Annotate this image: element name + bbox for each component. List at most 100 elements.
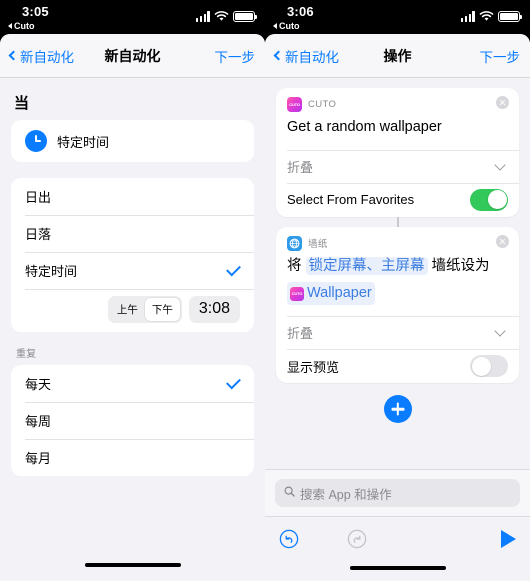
right-sheet: 新自动化 操作 下一步 CUTO CUTO Get a random wallp…: [265, 34, 530, 581]
action-card-header: 墙纸: [276, 227, 519, 253]
wallpaper-app-icon: [287, 235, 302, 251]
back-button[interactable]: 新自动化: [8, 46, 74, 66]
next-button[interactable]: 下一步: [480, 46, 521, 66]
collapse-row[interactable]: 折叠: [276, 316, 519, 349]
collapse-row[interactable]: 折叠: [276, 149, 519, 183]
bottom-bar: 搜索 App 和操作: [265, 469, 530, 581]
search-icon: [284, 486, 295, 500]
checkmark-icon: [226, 374, 241, 389]
home-indicator-area-left: [0, 555, 265, 581]
ampm-segmented-control[interactable]: 上午 下午: [107, 296, 182, 323]
status-time: 3:05: [22, 4, 49, 19]
editor-toolbar: [265, 516, 530, 560]
when-section-header: 当: [14, 95, 30, 112]
back-button-label: 新自动化: [20, 49, 74, 65]
option-row-sunrise[interactable]: 日出: [11, 178, 254, 215]
show-preview-toggle[interactable]: [470, 355, 508, 378]
time-value-field[interactable]: 3:08: [188, 296, 240, 323]
left-content: 当 特定时间 日出 日落 特定时间 上午 下午 3:08 重复 每天 每周 每月: [0, 78, 265, 581]
action-connector-line: [396, 216, 399, 227]
actions-list: CUTO CUTO Get a random wallpaper 折叠 Sele…: [265, 78, 530, 424]
toggle-label: Select From Favorites: [287, 192, 415, 208]
wifi-icon: [214, 11, 229, 22]
status-time: 3:06: [287, 4, 314, 19]
nav-bar-right: 新自动化 操作 下一步: [265, 34, 530, 78]
repeat-label: 每月: [25, 451, 52, 466]
segment-pm[interactable]: 下午: [144, 298, 180, 321]
option-label: 特定时间: [25, 264, 78, 279]
action-text-prefix: 将: [287, 257, 306, 274]
option-label: 日出: [25, 190, 52, 205]
action-title: 将 锁定屏幕、主屏幕 墙纸设为 CUTO Wallpaper: [276, 253, 519, 317]
close-icon[interactable]: [496, 96, 509, 109]
trigger-label: 特定时间: [57, 134, 110, 150]
next-button[interactable]: 下一步: [215, 46, 256, 66]
redo-icon: [347, 529, 367, 549]
cuto-app-icon: CUTO: [287, 97, 302, 112]
status-indicators: [195, 11, 257, 22]
repeat-section-header: 重复: [16, 349, 37, 360]
repeat-row-monthly[interactable]: 每月: [11, 439, 254, 476]
close-icon[interactable]: [496, 234, 509, 248]
option-row-specific-time[interactable]: 特定时间: [11, 252, 254, 289]
select-from-favorites-toggle[interactable]: [470, 188, 508, 211]
trigger-card: 特定时间: [11, 120, 254, 162]
repeat-row-daily[interactable]: 每天: [11, 365, 254, 402]
back-app-name: Cuto: [14, 21, 35, 31]
collapse-label: 折叠: [287, 326, 314, 342]
undo-icon[interactable]: [279, 529, 299, 549]
time-options-card: 日出 日落 特定时间 上午 下午 3:08: [11, 178, 254, 332]
repeat-label: 每天: [25, 377, 52, 392]
back-app-name: Cuto: [279, 21, 300, 31]
right-phone-screen: 3:06 Cuto 新自动化 操作 下一步 CUTO CUTO Get a ra…: [265, 0, 530, 581]
home-indicator-area-right: [265, 560, 530, 581]
status-back-to-app[interactable]: Cuto: [273, 21, 300, 31]
status-back-to-app[interactable]: Cuto: [8, 21, 35, 31]
home-indicator[interactable]: [84, 563, 181, 567]
back-button-label: 新自动化: [285, 49, 339, 65]
action-card-get-wallpaper[interactable]: CUTO CUTO Get a random wallpaper 折叠 Sele…: [276, 88, 519, 217]
search-placeholder: 搜索 App 和操作: [300, 487, 392, 502]
search-area: 搜索 App 和操作: [265, 470, 530, 516]
chevron-left-icon: [273, 50, 284, 61]
back-triangle-icon: [8, 23, 12, 29]
status-indicators: [460, 11, 522, 22]
option-row-sunset[interactable]: 日落: [11, 215, 254, 252]
action-app-name: 墙纸: [308, 239, 328, 251]
toggle-label: 显示预览: [287, 359, 340, 375]
repeat-options-card: 每天 每周 每月: [11, 365, 254, 476]
dual-phone-screenshot: 3:05 Cuto 新自动化 新自动化 下一步 当 特定时间 日出 日落 特定时…: [0, 0, 530, 581]
collapse-label: 折叠: [287, 159, 314, 175]
segment-am[interactable]: 上午: [110, 298, 145, 321]
action-title: Get a random wallpaper: [287, 119, 442, 135]
chevron-down-icon: [494, 159, 506, 171]
screens-token[interactable]: 锁定屏幕、主屏幕: [305, 256, 428, 275]
option-label: 日落: [25, 227, 52, 242]
home-indicator[interactable]: [349, 566, 446, 570]
left-phone-screen: 3:05 Cuto 新自动化 新自动化 下一步 当 特定时间 日出 日落 特定时…: [0, 0, 265, 581]
select-from-favorites-row[interactable]: Select From Favorites: [276, 182, 519, 217]
cellular-signal-icon: [460, 11, 475, 22]
wifi-icon: [479, 11, 494, 22]
time-picker-row: 上午 下午 3:08: [11, 289, 254, 332]
action-app-name: CUTO: [308, 99, 337, 110]
repeat-label: 每周: [25, 414, 52, 429]
cuto-app-icon: CUTO: [290, 286, 304, 301]
action-card-set-wallpaper[interactable]: 墙纸 将 锁定屏幕、主屏幕 墙纸设为 CUTO Wallpaper 折叠 显示预…: [276, 226, 519, 384]
back-button[interactable]: 新自动化: [273, 46, 339, 66]
show-preview-row[interactable]: 显示预览: [276, 349, 519, 383]
search-input[interactable]: 搜索 App 和操作: [275, 479, 520, 507]
action-card-header: CUTO CUTO: [276, 88, 519, 114]
checkmark-icon: [226, 261, 241, 276]
run-icon[interactable]: [501, 529, 516, 548]
add-action-button[interactable]: [383, 395, 412, 424]
clock-icon: [25, 130, 47, 152]
battery-icon: [233, 11, 257, 22]
battery-icon: [498, 11, 522, 22]
wallpaper-variable-token[interactable]: CUTO Wallpaper: [287, 281, 375, 306]
repeat-row-weekly[interactable]: 每周: [11, 402, 254, 439]
chevron-left-icon: [8, 50, 19, 61]
trigger-row[interactable]: 特定时间: [11, 120, 254, 162]
back-triangle-icon: [273, 23, 277, 29]
cellular-signal-icon: [195, 11, 210, 22]
